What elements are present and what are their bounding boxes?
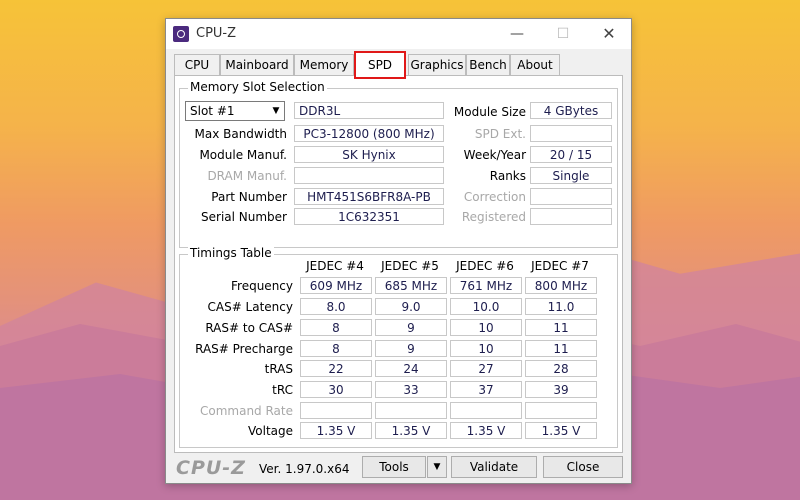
timing-cell: 761 MHz xyxy=(450,277,522,294)
cpuz-logo-text: CPU-Z xyxy=(176,457,246,479)
serial-number-label: Serial Number xyxy=(201,210,287,224)
timing-cell: 10 xyxy=(450,319,522,336)
timing-cell xyxy=(300,402,372,419)
timing-cell xyxy=(450,402,522,419)
timing-cell xyxy=(525,402,597,419)
close-button[interactable]: Close xyxy=(543,456,623,478)
timing-cell: 27 xyxy=(450,360,522,377)
tools-dropdown-chevron-icon[interactable]: ▼ xyxy=(427,456,447,478)
tab-memory[interactable]: Memory xyxy=(294,54,354,75)
timing-cell: 37 xyxy=(450,381,522,398)
timing-cell: 800 MHz xyxy=(525,277,597,294)
timing-cell: 8.0 xyxy=(300,298,372,315)
part-number-field: HMT451S6BFR8A-PB xyxy=(294,188,444,205)
cas-latency-label: CAS# Latency xyxy=(207,300,293,314)
timing-cell: 685 MHz xyxy=(375,277,447,294)
tab-mainboard[interactable]: Mainboard xyxy=(220,54,294,75)
module-manuf-label: Module Manuf. xyxy=(199,148,287,162)
spd-ext-label: SPD Ext. xyxy=(474,127,526,141)
ranks-field: Single xyxy=(530,167,612,184)
tab-cpu[interactable]: CPU xyxy=(174,54,220,75)
timing-cell: 10 xyxy=(450,340,522,357)
registered-field xyxy=(530,208,612,225)
module-manuf-field: SK Hynix xyxy=(294,146,444,163)
close-icon[interactable]: ✕ xyxy=(586,19,632,49)
tab-about[interactable]: About xyxy=(510,54,560,75)
timing-cell: 30 xyxy=(300,381,372,398)
timings-group-label: Timings Table xyxy=(188,246,274,260)
chevron-down-icon[interactable]: ▼ xyxy=(268,102,284,120)
minimize-icon[interactable]: — xyxy=(494,19,540,49)
maximize-icon[interactable]: ☐ xyxy=(540,19,586,49)
tab-spd[interactable]: SPD xyxy=(354,51,406,79)
dram-manuf-field xyxy=(294,167,444,184)
week-year-field: 20 / 15 xyxy=(530,146,612,163)
serial-number-field: 1C632351 xyxy=(294,208,444,225)
timing-cell: 24 xyxy=(375,360,447,377)
timing-column-header: JEDEC #5 xyxy=(381,259,439,273)
timing-cell: 11 xyxy=(525,319,597,336)
timing-column-header: JEDEC #6 xyxy=(456,259,514,273)
timing-cell: 39 xyxy=(525,381,597,398)
window-title: CPU-Z xyxy=(196,26,237,41)
timing-cell: 9 xyxy=(375,340,447,357)
part-number-label: Part Number xyxy=(211,190,287,204)
max-bandwidth-label: Max Bandwidth xyxy=(194,127,287,141)
timing-cell: 609 MHz xyxy=(300,277,372,294)
spd-ext-field xyxy=(530,125,612,142)
ras-to-cas-label: RAS# to CAS# xyxy=(205,321,293,335)
tab-graphics[interactable]: Graphics xyxy=(408,54,466,75)
trc-label: tRC xyxy=(272,383,293,397)
spd-panel: Memory Slot Selection Slot #1 ▼ DDR3L Ma… xyxy=(174,75,623,453)
ranks-label: Ranks xyxy=(489,169,526,183)
timings-group: Timings Table JEDEC #4 JEDEC #5 JEDEC #6… xyxy=(179,246,618,448)
timing-cell: 1.35 V xyxy=(300,422,372,439)
timing-cell: 10.0 xyxy=(450,298,522,315)
footer-bar: CPU-Z Ver. 1.97.0.x64 Tools ▼ Validate C… xyxy=(166,453,631,483)
memory-type-field: DDR3L xyxy=(294,102,444,119)
timing-cell: 28 xyxy=(525,360,597,377)
timing-cell: 11.0 xyxy=(525,298,597,315)
timing-cell: 9 xyxy=(375,319,447,336)
module-size-field: 4 GBytes xyxy=(530,102,612,119)
timing-cell: 8 xyxy=(300,340,372,357)
command-rate-label: Command Rate xyxy=(199,404,293,418)
correction-field xyxy=(530,188,612,205)
timing-column-header: JEDEC #4 xyxy=(306,259,364,273)
timing-cell: 33 xyxy=(375,381,447,398)
module-size-label: Module Size xyxy=(453,105,526,119)
max-bandwidth-field: PC3-12800 (800 MHz) xyxy=(294,125,444,142)
timing-cell: 1.35 V xyxy=(525,422,597,439)
cpuz-window: CPU-Z — ☐ ✕ CPU Mainboard Memory SPD Gra… xyxy=(165,18,632,484)
timing-cell: 11 xyxy=(525,340,597,357)
tools-button[interactable]: Tools xyxy=(362,456,426,478)
timing-cell: 8 xyxy=(300,319,372,336)
slot-select-value: Slot #1 xyxy=(190,104,235,118)
validate-button[interactable]: Validate xyxy=(451,456,537,478)
registered-label: Registered xyxy=(461,210,526,224)
timing-cell: 22 xyxy=(300,360,372,377)
timing-cell: 1.35 V xyxy=(450,422,522,439)
memory-slot-group: Memory Slot Selection Slot #1 ▼ DDR3L Ma… xyxy=(179,80,618,248)
timing-cell: 1.35 V xyxy=(375,422,447,439)
frequency-label: Frequency xyxy=(231,279,293,293)
voltage-label: Voltage xyxy=(247,424,293,438)
tab-bench[interactable]: Bench xyxy=(466,54,510,75)
week-year-label: Week/Year xyxy=(463,148,526,162)
ras-precharge-label: RAS# Precharge xyxy=(195,342,293,356)
slot-select[interactable]: Slot #1 ▼ xyxy=(185,101,285,121)
timing-column-header: JEDEC #7 xyxy=(531,259,589,273)
cpuz-app-icon xyxy=(173,26,189,42)
tras-label: tRAS xyxy=(264,362,293,376)
timing-cell: 9.0 xyxy=(375,298,447,315)
title-bar[interactable]: CPU-Z — ☐ ✕ xyxy=(166,19,631,49)
timing-cell xyxy=(375,402,447,419)
version-text: Ver. 1.97.0.x64 xyxy=(259,462,350,476)
correction-label: Correction xyxy=(463,190,526,204)
memory-slot-group-label: Memory Slot Selection xyxy=(188,80,327,94)
dram-manuf-label: DRAM Manuf. xyxy=(207,169,287,183)
